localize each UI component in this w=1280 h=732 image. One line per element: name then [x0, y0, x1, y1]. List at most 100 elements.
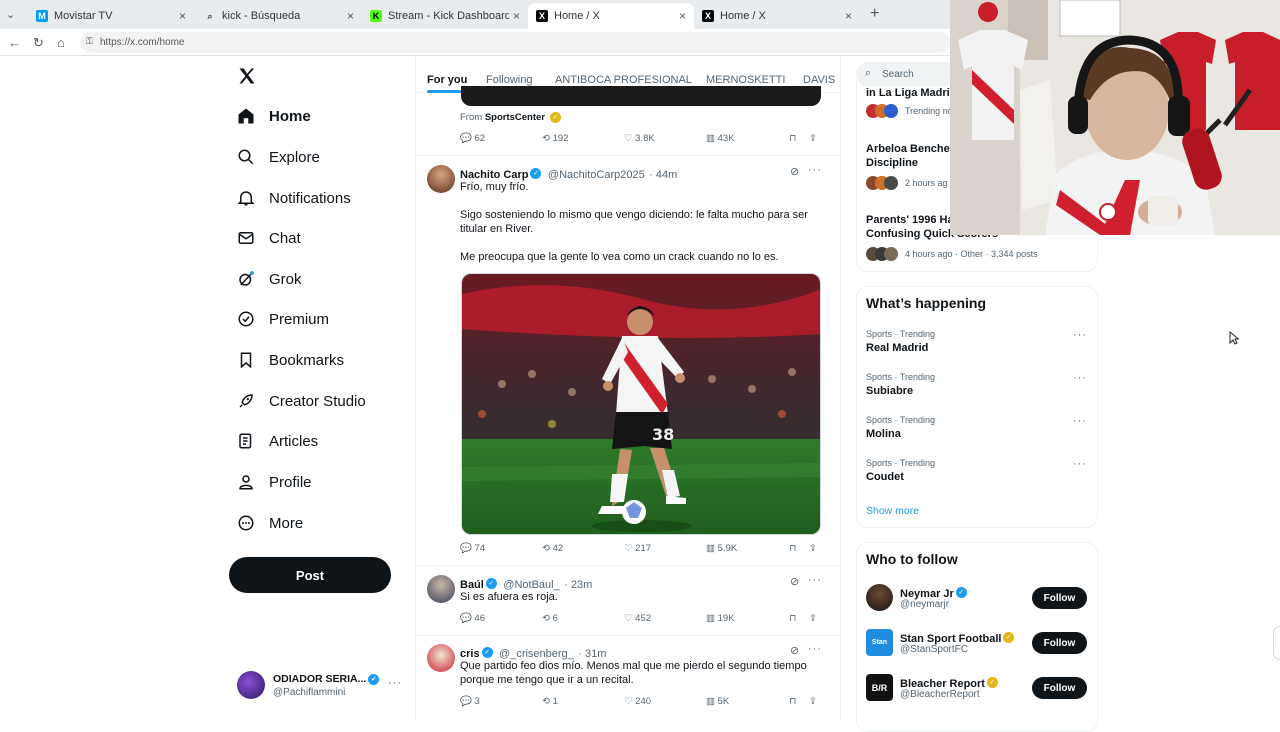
like-button[interactable]: ♡ 217	[624, 543, 651, 554]
tweet-actions: 💬 74 ⟲ 42 ♡ 217 ▥ 5.9K ⊓ ⇪	[460, 543, 822, 557]
new-tab-plus-icon[interactable]: +	[870, 5, 879, 23]
post-button[interactable]: Post	[229, 557, 391, 593]
sidebar-item-explore[interactable]: Explore	[237, 145, 320, 169]
reply-button[interactable]: 💬 62	[460, 133, 485, 144]
more-dots-icon[interactable]: ···	[1073, 372, 1087, 384]
views-button[interactable]: ▥ 5.9K	[706, 543, 737, 554]
back-arrow-icon[interactable]: ←	[8, 35, 21, 50]
more-dots-icon[interactable]: ···	[1073, 458, 1087, 470]
avatar[interactable]	[427, 575, 455, 603]
sidebar-item-notifications[interactable]: Notifications	[237, 186, 351, 210]
share-icon[interactable]: ⇪	[809, 613, 817, 624]
repost-button[interactable]: ⟲ 6	[542, 613, 558, 624]
x-logo[interactable]	[237, 66, 257, 91]
share-icon[interactable]: ⇪	[809, 133, 817, 144]
views-button[interactable]: ▥ 5K	[706, 696, 729, 707]
view-count: 5K	[717, 696, 730, 707]
like-count: 217	[635, 543, 652, 554]
bookmark-icon[interactable]: ⊓	[789, 613, 796, 624]
site-info-icon[interactable]: ⚿	[86, 36, 93, 47]
news-title[interactable]: Parents' 1996 Ha	[866, 214, 954, 226]
news-title[interactable]: in La Liga Madrid	[866, 87, 956, 99]
sidebar-item-grok[interactable]: Grok	[237, 267, 302, 291]
search-icon: ⌕	[207, 10, 213, 21]
reload-icon[interactable]: ↻	[33, 35, 44, 51]
more-dots-icon[interactable]: ···	[808, 164, 822, 176]
tweet-text: Si es afuera es roja.	[460, 591, 558, 603]
sidebar-item-articles[interactable]: Articles	[237, 429, 318, 453]
more-dots-icon[interactable]: ···	[808, 574, 822, 586]
close-icon[interactable]: ×	[845, 9, 852, 23]
bell-icon	[237, 189, 255, 207]
repost-button[interactable]: ⟲ 42	[542, 543, 563, 554]
trend-item[interactable]: Sports · Trending Molina ···	[857, 410, 1097, 450]
tab-x-home-active[interactable]: X Home / X ×	[528, 3, 694, 29]
tab-list-chevron-icon[interactable]: ⌄	[6, 8, 15, 21]
close-icon[interactable]: ×	[347, 9, 354, 23]
search-placeholder: Search	[882, 68, 914, 80]
share-icon[interactable]: ⇪	[809, 696, 817, 707]
grok-icon[interactable]: ⊘	[790, 575, 799, 588]
close-icon[interactable]: ×	[179, 9, 186, 23]
tab-following[interactable]: Following	[486, 74, 532, 86]
tab-davis[interactable]: DAVIS	[803, 74, 835, 86]
tab-for-you[interactable]: For you	[427, 74, 467, 86]
more-dots-icon[interactable]: ···	[1073, 415, 1087, 427]
show-more-link[interactable]: Show more	[866, 505, 919, 517]
follow-button[interactable]: Follow	[1032, 587, 1087, 609]
repost-button[interactable]: ⟲ 192	[542, 133, 568, 144]
sidebar-item-premium[interactable]: Premium	[237, 307, 329, 331]
more-dots-icon[interactable]: ···	[388, 677, 402, 689]
close-icon[interactable]: ×	[513, 9, 520, 23]
close-icon[interactable]: ×	[679, 9, 686, 23]
tab-kick-search[interactable]: ⌕ kick - Búsqueda ×	[196, 3, 362, 29]
tab-antiboca-profesional[interactable]: ANTIBOCA PROFESIONAL	[555, 74, 692, 86]
tweet-image[interactable]: 38	[461, 273, 821, 535]
grok-icon[interactable]: ⊘	[790, 644, 799, 657]
video-player-bottom[interactable]	[461, 86, 821, 106]
news-title-line-2[interactable]: Discipline	[866, 157, 918, 169]
trend-item[interactable]: Sports · Trending Subiabre ···	[857, 367, 1097, 407]
tab-mernosketti[interactable]: MERNOSKETTI	[706, 74, 785, 86]
more-dots-icon[interactable]: ···	[1073, 329, 1087, 341]
trend-item[interactable]: Sports · Trending Coudet ···	[857, 453, 1097, 493]
avatar	[884, 176, 898, 190]
side-panel-handle[interactable]	[1273, 626, 1280, 660]
views-button[interactable]: ▥ 19K	[706, 613, 735, 624]
news-title[interactable]: Arbeloa Benches	[866, 143, 956, 155]
account-switcher[interactable]: ODIADOR SERIA... ✓ @Pachiflammini ···	[236, 670, 406, 702]
avatar-stack	[866, 176, 900, 190]
share-icon[interactable]: ⇪	[809, 543, 817, 554]
like-button[interactable]: ♡ 3.8K	[624, 133, 655, 144]
views-button[interactable]: ▥ 43K	[706, 133, 735, 144]
sidebar-item-more[interactable]: More	[237, 511, 303, 535]
sidebar-item-creator-studio[interactable]: Creator Studio	[237, 389, 366, 413]
tab-movistar[interactable]: M Movistar TV ×	[28, 3, 194, 29]
avatar[interactable]	[427, 644, 455, 672]
bookmark-icon[interactable]: ⊓	[789, 543, 796, 554]
reply-button[interactable]: 💬 74	[460, 543, 485, 554]
reply-button[interactable]: 💬 3	[460, 696, 480, 707]
tab-x-home[interactable]: X Home / X ×	[694, 3, 860, 29]
avatar[interactable]	[427, 165, 455, 193]
sidebar-item-chat[interactable]: Chat	[237, 226, 301, 250]
repost-button[interactable]: ⟲ 1	[542, 696, 558, 707]
home-icon[interactable]: ⌂	[57, 35, 65, 50]
trend-item[interactable]: Sports · Trending Real Madrid ···	[857, 324, 1097, 364]
bookmark-icon[interactable]: ⊓	[789, 696, 796, 707]
follow-button[interactable]: Follow	[1032, 677, 1087, 699]
verified-badge-icon: ✓	[368, 673, 380, 685]
bookmark-icon[interactable]: ⊓	[789, 133, 796, 144]
follow-button[interactable]: Follow	[1032, 632, 1087, 654]
like-button[interactable]: ♡ 240	[624, 696, 651, 707]
url-field[interactable]: ⚿ https://x.com/home	[80, 32, 950, 53]
grok-icon[interactable]: ⊘	[790, 165, 799, 178]
reply-button[interactable]: 💬 46	[460, 613, 485, 624]
more-dots-icon[interactable]: ···	[808, 643, 822, 655]
sidebar-item-bookmarks[interactable]: Bookmarks	[237, 348, 344, 372]
sidebar-item-home[interactable]: Home	[237, 104, 311, 128]
sidebar-item-profile[interactable]: Profile	[237, 470, 312, 494]
source-link[interactable]: SportsCenter	[485, 112, 545, 123]
like-button[interactable]: ♡ 452	[624, 613, 651, 624]
tab-kick-dashboard[interactable]: K Stream - Kick Dashboard ×	[362, 3, 528, 29]
